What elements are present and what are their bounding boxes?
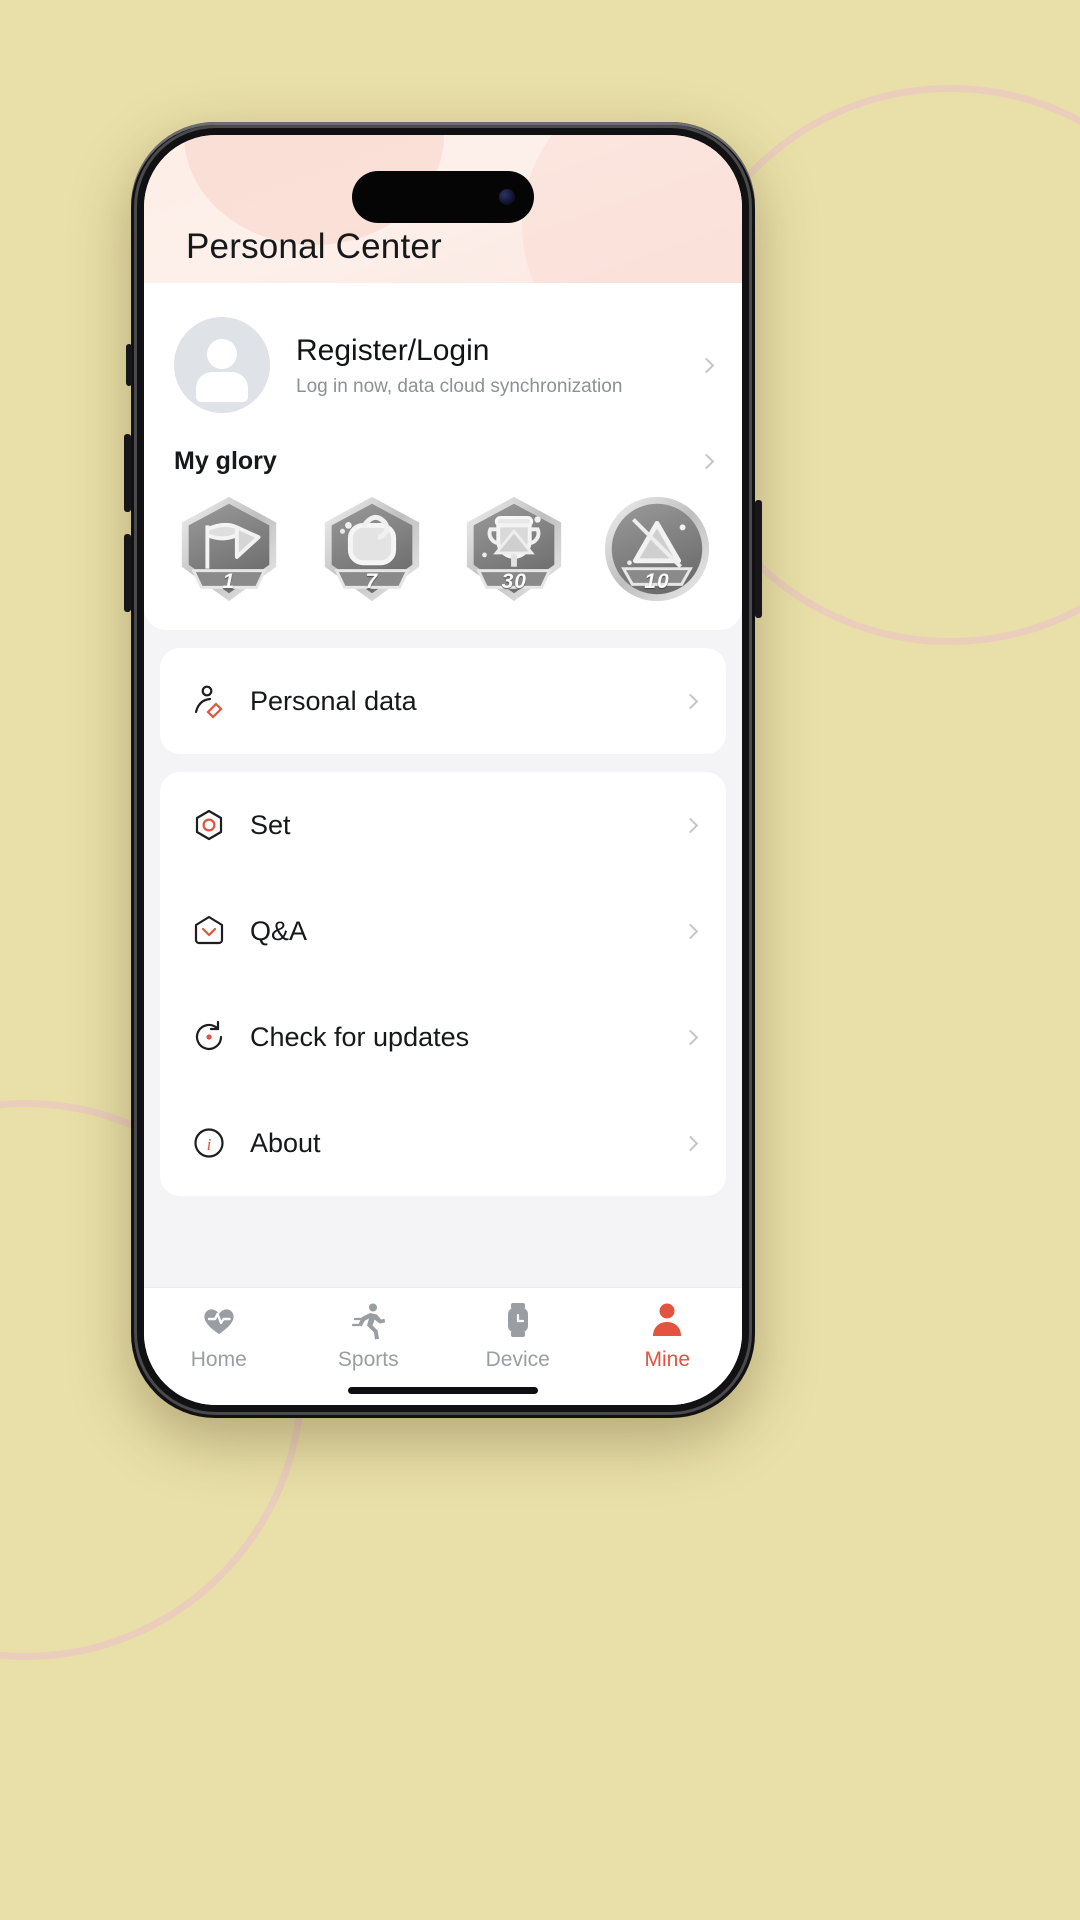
svg-text:i: i [207,1135,212,1154]
chevron-right-icon [682,1135,699,1151]
chevron-right-icon [682,817,699,833]
tab-label: Device [485,1348,550,1371]
screen-content: Register/Login Log in now, data cloud sy… [144,283,742,1405]
refresh-update-icon [190,1018,228,1056]
heart-pulse-icon [199,1300,239,1340]
menu-item-personal-data[interactable]: Personal data [160,648,726,754]
medal-number: 7 [365,570,378,593]
menu-item-qa[interactable]: Q&A [160,878,726,984]
power-button[interactable] [755,500,762,618]
medal-number: 1 [222,570,236,593]
user-profile-icon [647,1300,687,1340]
profile-subtitle: Log in now, data cloud synchronization [296,376,623,398]
tab-home[interactable]: Home [144,1300,294,1372]
silence-switch[interactable] [126,344,132,386]
person-edit-icon [190,682,228,720]
medal-item[interactable]: 30 [455,490,573,608]
profile-row[interactable]: Register/Login Log in now, data cloud sy… [144,283,742,423]
chevron-right-icon [682,1029,699,1045]
menu-label: Check for updates [250,1021,470,1052]
register-login-label: Register/Login [296,333,490,367]
chevron-right-icon [698,357,715,373]
tab-label: Mine [644,1348,691,1371]
menu-label: About [250,1127,321,1158]
medal-item[interactable]: 1 [170,490,288,608]
tab-label: Sports [337,1348,399,1371]
info-circle-icon: i [190,1124,228,1162]
medal-number: 10 [644,570,670,593]
tab-label: Home [190,1348,247,1371]
question-chat-icon [190,912,228,950]
menu-item-about[interactable]: i About [160,1090,726,1196]
menu-item-check-updates[interactable]: Check for updates [160,984,726,1090]
medal-item[interactable]: 7 [313,490,431,608]
dynamic-island [352,171,534,223]
medal-list: 1 7 30 10 [144,476,742,608]
running-person-icon [348,1300,388,1340]
personal-data-card: Personal data [160,648,726,754]
settings-card: Set Q&A Check for updates i About [160,772,726,1196]
menu-label: Set [250,809,291,840]
phone-frame: Personal Center Register/Login Log in no… [124,122,762,1418]
front-camera-icon [499,189,515,205]
volume-up-button[interactable] [124,434,131,512]
header-decor-blob-right [522,135,742,283]
chevron-right-icon [682,923,699,939]
page-title: Personal Center [186,227,442,266]
tab-device[interactable]: Device [443,1300,593,1372]
phone-screen: Personal Center Register/Login Log in no… [144,135,742,1405]
medal-item[interactable]: 10 [598,490,716,608]
chevron-right-icon [682,693,699,709]
chevron-right-icon [698,453,715,470]
my-glory-label: My glory [174,447,277,475]
menu-item-set[interactable]: Set [160,772,726,878]
menu-label: Q&A [250,915,308,946]
volume-down-button[interactable] [124,534,131,612]
settings-hexagon-icon [190,806,228,844]
tab-sports[interactable]: Sports [294,1300,444,1372]
person-avatar-icon [174,317,270,413]
home-indicator [348,1387,538,1394]
medal-number: 30 [501,570,527,593]
tab-mine[interactable]: Mine [593,1300,743,1372]
smartwatch-icon [498,1300,538,1340]
menu-label: Personal data [250,685,417,716]
profile-glory-card: Register/Login Log in now, data cloud sy… [144,283,742,630]
my-glory-header[interactable]: My glory [144,423,742,476]
